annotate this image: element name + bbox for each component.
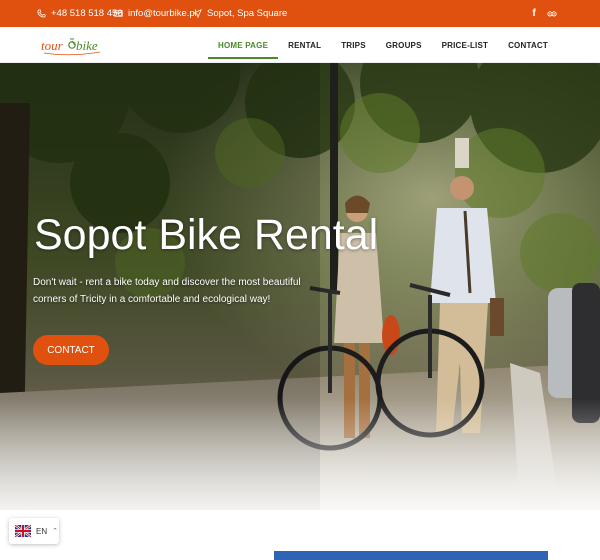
hero-section: Sopot Bike Rental Don't wait - rent a bi… bbox=[0, 63, 600, 510]
svg-text:tour: tour bbox=[41, 38, 64, 53]
nav-item-trips[interactable]: TRIPS bbox=[331, 27, 376, 63]
nav-menu: HOME PAGE RENTAL TRIPS GROUPS PRICE-LIST… bbox=[208, 27, 558, 63]
site-logo[interactable]: tour bike bbox=[40, 33, 104, 59]
svg-text:bike: bike bbox=[76, 38, 98, 53]
language-switcher[interactable]: EN ⌃ bbox=[9, 518, 59, 544]
main-nav: tour bike HOME PAGE RENTAL TRIPS GROUPS … bbox=[0, 27, 600, 63]
nav-item-home[interactable]: HOME PAGE bbox=[208, 27, 279, 63]
nav-item-contact[interactable]: CONTACT bbox=[498, 27, 558, 63]
next-section-image bbox=[274, 551, 548, 560]
nav-item-groups[interactable]: GROUPS bbox=[376, 27, 432, 63]
nav-item-rental[interactable]: RENTAL bbox=[278, 27, 331, 63]
uk-flag-icon bbox=[15, 525, 31, 537]
hero-title: Sopot Bike Rental bbox=[34, 211, 379, 259]
contact-button[interactable]: CONTACT bbox=[33, 335, 109, 365]
phone-link[interactable]: +48 518 518 456 bbox=[37, 8, 123, 19]
email-text: info@tourbike.pl bbox=[128, 8, 197, 19]
language-code: EN bbox=[36, 526, 48, 536]
location-arrow-icon bbox=[193, 9, 202, 18]
envelope-icon bbox=[114, 10, 123, 17]
chevron-up-icon: ⌃ bbox=[52, 528, 58, 535]
hero-description: Don't wait - rent a bike today and disco… bbox=[33, 277, 301, 305]
phone-text: +48 518 518 456 bbox=[51, 8, 123, 19]
tripadvisor-icon[interactable] bbox=[546, 7, 558, 19]
email-link[interactable]: info@tourbike.pl bbox=[114, 8, 197, 19]
nav-item-price-list[interactable]: PRICE-LIST bbox=[432, 27, 498, 63]
location-link[interactable]: Sopot, Spa Square bbox=[193, 8, 287, 19]
phone-icon bbox=[37, 9, 46, 18]
top-bar: +48 518 518 456 info@tourbike.pl Sopot, … bbox=[0, 0, 600, 27]
location-text: Sopot, Spa Square bbox=[207, 8, 288, 19]
facebook-icon[interactable]: f bbox=[528, 7, 540, 19]
